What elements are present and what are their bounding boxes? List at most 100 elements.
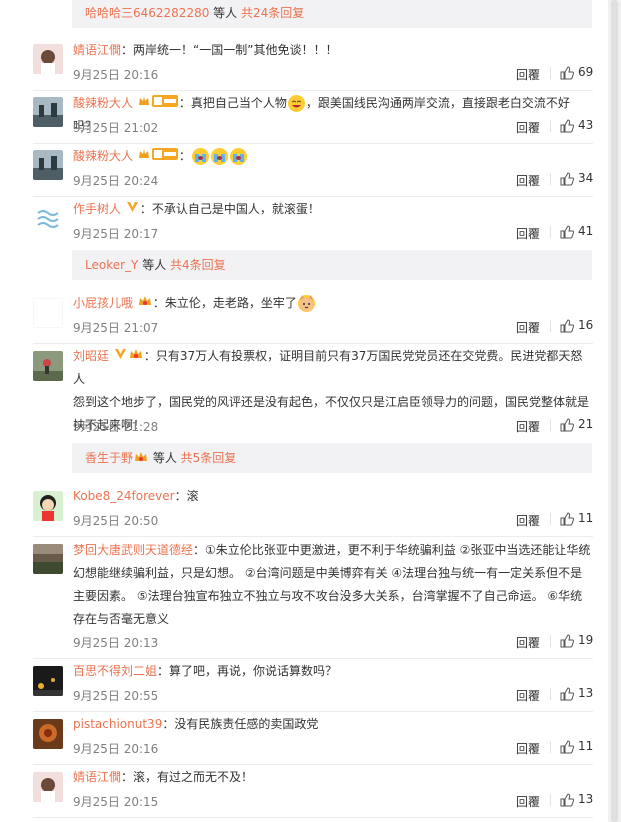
- thumbs-up-icon: [560, 686, 575, 700]
- comment-text: 酸辣粉大人 ：: [73, 145, 593, 168]
- thread-user[interactable]: 哈哈哈三6462282280: [85, 6, 209, 20]
- comment-content: ：①朱立伦比张亚中更激进，更不利于华统骗利益 ②张亚中当选还能让华统: [193, 543, 591, 557]
- scrollbar-thumb[interactable]: [611, 0, 618, 822]
- reply-button[interactable]: 回覆: [516, 512, 540, 529]
- thread-count[interactable]: 共5条回复: [181, 451, 237, 465]
- comment-text: 梦回大唐武则天道德经：①朱立伦比张亚中更激进，更不利于华统骗利益 ②张亚中当选还…: [73, 539, 593, 631]
- crying-emoji-icon: [191, 148, 209, 165]
- comment-content-line4: 存在与否毫无意义: [73, 612, 170, 626]
- avatar[interactable]: [33, 719, 63, 749]
- user-name[interactable]: 小屁孩儿哦: [73, 296, 133, 310]
- comment-panel: 哈哈哈三6462282280 等人 共24条回复 婧语江僩：两岸统一！“一国一制…: [0, 0, 608, 822]
- user-name[interactable]: 婧语江僩: [73, 770, 121, 784]
- avatar[interactable]: [33, 544, 63, 574]
- comment-content: ：没有民族责任感的卖国政党: [162, 717, 319, 731]
- like-button[interactable]: 34: [560, 171, 593, 186]
- comment-content-line3: 主要因素。 ⑤法理台独宣布独立不独立与攻不攻台没多大关系，台湾掌握不了自己命运。…: [73, 589, 583, 603]
- like-button[interactable]: 11: [560, 739, 593, 754]
- user-name[interactable]: 刘昭廷: [73, 349, 109, 363]
- more-replies-box[interactable]: Leoker_Y 等人 共4条回复: [72, 250, 592, 280]
- like-button[interactable]: 41: [560, 224, 593, 239]
- avatar[interactable]: [33, 298, 63, 328]
- divider: [550, 419, 551, 431]
- thread-user[interactable]: Leoker_Y: [85, 258, 138, 272]
- user-name[interactable]: 梦回大唐武则天道德经: [73, 543, 193, 557]
- like-button[interactable]: 13: [560, 686, 593, 701]
- reply-button[interactable]: 回覆: [516, 225, 540, 242]
- reply-button[interactable]: 回覆: [516, 418, 540, 435]
- separator: [33, 817, 593, 818]
- user-name[interactable]: 婧语江僩: [73, 43, 121, 57]
- user-name[interactable]: pistachionut39: [73, 717, 162, 731]
- comment-time: 9月25日 21:28: [73, 420, 159, 434]
- vip-tag-icon: [151, 145, 178, 168]
- like-button[interactable]: 43: [560, 118, 593, 133]
- crying-emoji-icon: [210, 148, 228, 165]
- comment-content: ：滚: [174, 489, 199, 503]
- comment-content: ：算了吧，再说，你说话算数吗？: [157, 664, 338, 678]
- avatar[interactable]: [33, 44, 63, 74]
- comment-content: ：两岸统一！“一国一制”其他免谈！！！: [121, 43, 338, 57]
- laughing-emoji-icon: [287, 95, 305, 112]
- thread-count[interactable]: 共24条回复: [241, 6, 304, 20]
- like-count: 19: [578, 633, 594, 647]
- user-name[interactable]: 酸辣粉大人: [73, 96, 133, 110]
- comment-content: ：: [178, 149, 191, 163]
- like-button[interactable]: 19: [560, 633, 593, 648]
- avatar[interactable]: [33, 772, 63, 802]
- like-button[interactable]: 11: [560, 511, 593, 526]
- thumbs-up-icon: [560, 318, 575, 332]
- avatar[interactable]: [33, 491, 63, 521]
- more-replies-box[interactable]: 香生于野 等人 共5条回复: [72, 443, 592, 473]
- avatar[interactable]: [33, 666, 63, 696]
- like-button[interactable]: 69: [560, 65, 593, 80]
- comment-text: Kobe8_24forever：滚: [73, 485, 593, 508]
- thread-user[interactable]: 香生于野: [85, 451, 133, 465]
- reply-button[interactable]: 回覆: [516, 740, 540, 757]
- divider: [550, 688, 551, 700]
- comment-content: ：不承认自己是中国人，就滚蛋！: [139, 202, 320, 216]
- thumbs-up-icon: [560, 792, 575, 806]
- comment-content: ：朱立伦，走老路，坐牢了: [152, 296, 297, 310]
- like-button[interactable]: 16: [560, 318, 593, 333]
- reply-button[interactable]: 回覆: [516, 793, 540, 810]
- comment-content: ：只有37万人有投票权，证明目前只有37万国民党党员还在交党费。民进党都天怒人: [73, 349, 583, 386]
- user-name[interactable]: 百思不得刘二姐: [73, 664, 157, 678]
- like-button[interactable]: 13: [560, 792, 593, 807]
- user-name[interactable]: 作手树人: [73, 202, 121, 216]
- scrollbar[interactable]: [608, 0, 621, 822]
- reply-button[interactable]: 回覆: [516, 66, 540, 83]
- user-name[interactable]: Kobe8_24forever: [73, 489, 175, 503]
- crown-badge-icon: [134, 444, 148, 474]
- avatar[interactable]: [33, 203, 63, 233]
- avatar[interactable]: [33, 97, 63, 127]
- thread-count[interactable]: 共4条回复: [170, 258, 226, 272]
- like-button[interactable]: 21: [560, 417, 593, 432]
- more-replies-box[interactable]: 哈哈哈三6462282280 等人 共24条回复: [72, 0, 592, 28]
- comment-text: pistachionut39：没有民族责任感的卖国政党: [73, 713, 593, 736]
- divider: [550, 226, 551, 238]
- avatar[interactable]: [33, 150, 63, 180]
- divider: [550, 173, 551, 185]
- reply-button[interactable]: 回覆: [516, 319, 540, 336]
- reply-button[interactable]: 回覆: [516, 172, 540, 189]
- crown-badge-icon: [138, 145, 150, 168]
- user-name[interactable]: 酸辣粉大人: [73, 149, 133, 163]
- reply-button[interactable]: 回覆: [516, 119, 540, 136]
- divider: [550, 120, 551, 132]
- thumbs-up-icon: [560, 171, 575, 185]
- reply-button[interactable]: 回覆: [516, 634, 540, 651]
- thread-suffix: 等人: [149, 451, 181, 465]
- comment-time: 9月25日 20:16: [73, 68, 159, 82]
- thread-suffix: 等人: [138, 258, 171, 272]
- comment-text: 婧语江僩：滚，有过之而无不及！: [73, 766, 593, 789]
- reply-button[interactable]: 回覆: [516, 687, 540, 704]
- comment-time: 9月25日 20:24: [73, 174, 159, 188]
- thread-suffix: 等人: [209, 6, 241, 20]
- crying-emoji-icon: [229, 148, 247, 165]
- like-count: 34: [578, 171, 594, 185]
- like-count: 11: [578, 739, 594, 753]
- divider: [550, 741, 551, 753]
- avatar[interactable]: [33, 351, 63, 381]
- separator: [33, 90, 593, 91]
